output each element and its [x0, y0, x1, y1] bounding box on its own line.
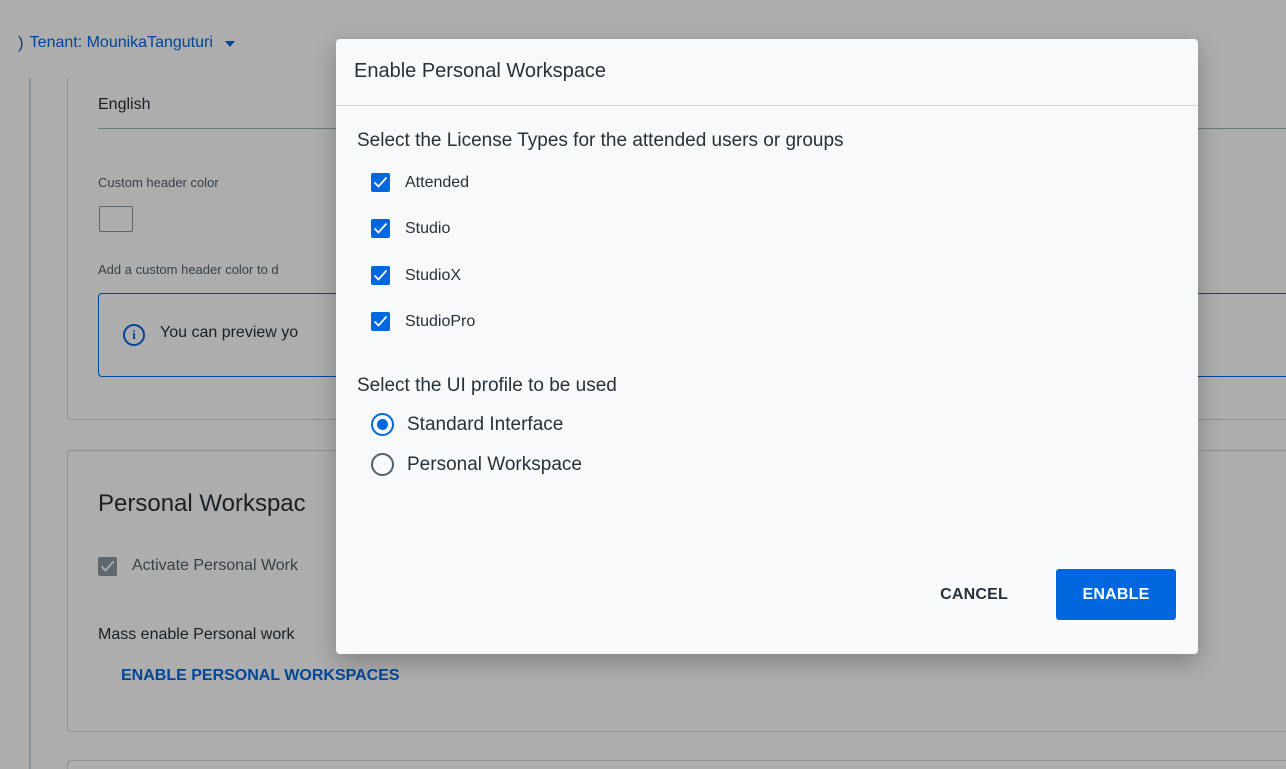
- checkbox-studiox[interactable]: StudioX: [371, 266, 461, 285]
- cancel-button[interactable]: CANCEL: [926, 569, 1022, 620]
- radio-unselected-icon: [371, 453, 394, 476]
- checkbox-label: StudioPro: [405, 312, 476, 330]
- ui-profile-label: Select the UI profile to be used: [357, 375, 617, 396]
- dialog-title: Enable Personal Workspace: [354, 60, 606, 82]
- checkbox-checked-icon: [371, 312, 390, 331]
- checkbox-checked-icon: [371, 266, 390, 285]
- checkbox-attended[interactable]: Attended: [371, 173, 469, 192]
- checkbox-label: StudioX: [405, 266, 462, 284]
- radio-personal-workspace[interactable]: Personal Workspace: [371, 453, 582, 476]
- checkbox-label: Attended: [405, 173, 470, 191]
- dialog-title-divider: [336, 105, 1198, 106]
- checkbox-studio[interactable]: Studio: [371, 219, 450, 238]
- enable-personal-workspace-dialog: Enable Personal Workspace Select the Lic…: [336, 39, 1198, 654]
- radio-label: Personal Workspace: [407, 453, 582, 475]
- radio-label: Standard Interface: [407, 413, 564, 435]
- checkbox-checked-icon: [371, 219, 390, 238]
- enable-button[interactable]: ENABLE: [1056, 569, 1176, 620]
- license-types-label: Select the License Types for the attende…: [357, 130, 844, 151]
- checkbox-label: Studio: [405, 219, 451, 237]
- checkbox-checked-icon: [371, 173, 390, 192]
- radio-selected-icon: [371, 413, 394, 436]
- radio-standard-interface[interactable]: Standard Interface: [371, 413, 563, 436]
- checkbox-studiopro[interactable]: StudioPro: [371, 312, 475, 331]
